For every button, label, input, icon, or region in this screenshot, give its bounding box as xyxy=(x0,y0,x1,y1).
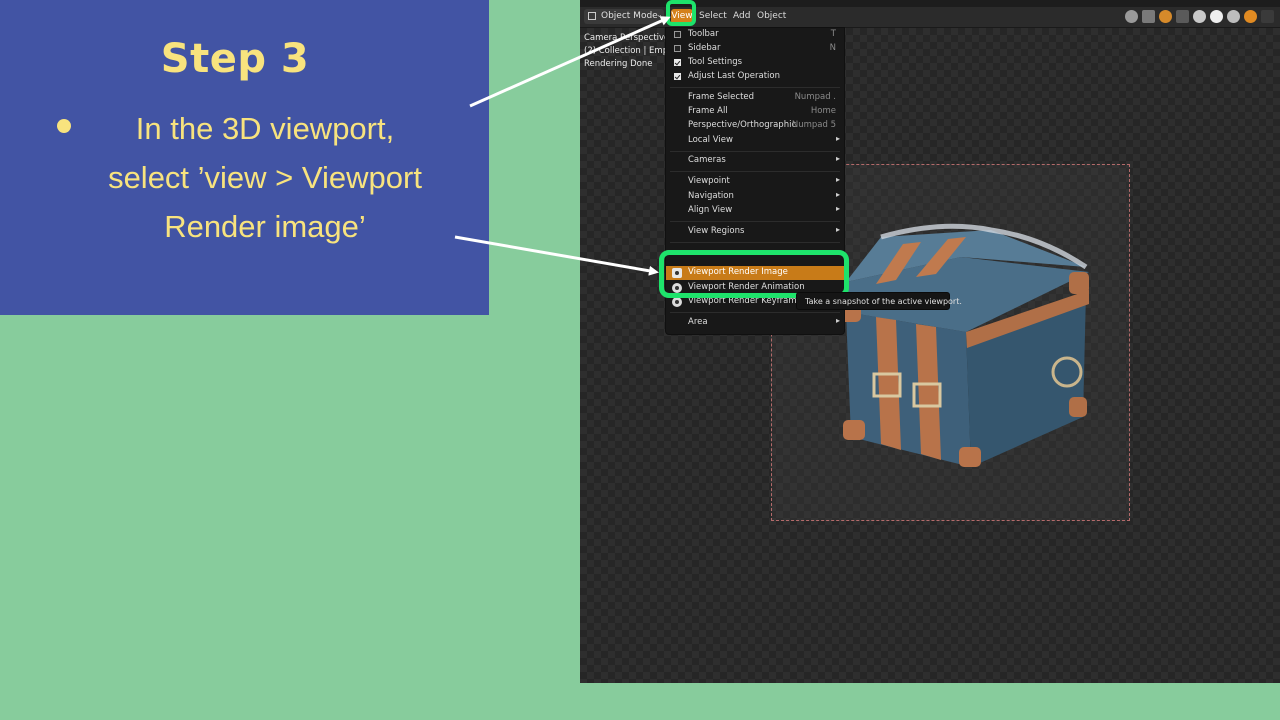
shading-controls xyxy=(1125,10,1274,23)
bullet-dot xyxy=(57,119,71,133)
menu-separator xyxy=(670,151,840,152)
checkbox-toolbar[interactable] xyxy=(674,31,681,38)
object-mode-icon xyxy=(588,12,596,20)
submenu-arrow-icon: ▸ xyxy=(835,175,840,184)
menu-label: Tool Settings xyxy=(688,57,743,67)
instruction-line-1: In the 3D viewport, xyxy=(135,111,395,146)
menu-separator xyxy=(670,312,840,313)
instruction-text: In the 3D viewport, select ’view > Viewp… xyxy=(80,104,450,251)
object-mode-dropdown[interactable]: Object Mode ⌄ xyxy=(584,9,664,24)
menu-item-area[interactable]: Area ▸ xyxy=(666,316,844,330)
render-image-tooltip: Take a snapshot of the active viewport. xyxy=(796,292,962,310)
menu-label: Sidebar xyxy=(688,43,721,53)
menu-separator xyxy=(670,242,840,243)
submenu-arrow-icon: ▸ xyxy=(835,316,840,325)
collection-info-text: (2) Collection | Empty xyxy=(584,46,677,56)
render-image-highlight-box xyxy=(659,250,849,298)
object-mode-label: Object Mode xyxy=(601,11,658,21)
checkbox-tool-settings[interactable] xyxy=(674,59,681,66)
camera-info-text: Camera Perspective xyxy=(584,33,670,43)
menu-label: Frame Selected xyxy=(688,92,755,102)
treasure-chest-render xyxy=(839,223,1089,467)
submenu-arrow-icon: ▸ xyxy=(835,190,840,199)
menu-item-frame-all[interactable]: Frame All Home xyxy=(666,105,844,119)
menu-item-perspective-orthographic[interactable]: Perspective/Orthographic Numpad 5 xyxy=(666,119,844,133)
menu-label: Perspective/Orthographic xyxy=(688,120,797,130)
step-title: Step 3 xyxy=(160,36,310,82)
menu-item-align-view[interactable]: Align View ▸ xyxy=(666,204,844,218)
menu-item-cameras[interactable]: Cameras ▸ xyxy=(666,154,844,168)
menu-item-toolbar[interactable]: Toolbar T xyxy=(666,28,844,42)
menu-separator xyxy=(670,221,840,222)
submenu-arrow-icon: ▸ xyxy=(835,204,840,213)
instruction-line-2: select ’view > Viewport xyxy=(108,160,422,195)
checkbox-sidebar[interactable] xyxy=(674,45,681,52)
menu-label: Toolbar xyxy=(688,29,719,39)
menu-shortcut: T xyxy=(830,29,836,39)
blender-viewport[interactable]: Object Mode ⌄ View Select Add Object Cam… xyxy=(580,0,1280,683)
menu-label: Cameras xyxy=(688,155,726,165)
menu-label: Adjust Last Operation xyxy=(688,71,780,81)
wireframe-shading-icon[interactable] xyxy=(1193,10,1206,23)
menu-label: Frame All xyxy=(688,106,728,116)
overlay-icon[interactable] xyxy=(1159,10,1172,23)
menu-label: Local View xyxy=(688,135,733,145)
solid-shading-icon[interactable] xyxy=(1210,10,1223,23)
shading-options-icon[interactable] xyxy=(1261,10,1274,23)
visibility-icon[interactable] xyxy=(1125,10,1138,23)
material-shading-icon[interactable] xyxy=(1227,10,1240,23)
render-status-text: Rendering Done xyxy=(584,59,653,69)
object-menu-button[interactable]: Object xyxy=(757,11,786,21)
view-highlight-box xyxy=(666,0,696,26)
menu-item-sidebar[interactable]: Sidebar N xyxy=(666,42,844,56)
instruction-panel: Step 3 In the 3D viewport, select ’view … xyxy=(0,0,489,315)
menu-label: Navigation xyxy=(688,191,734,201)
add-menu-button[interactable]: Add xyxy=(733,11,750,21)
menu-shortcut: N xyxy=(829,43,836,53)
select-menu-button[interactable]: Select xyxy=(699,11,727,21)
menu-shortcut: Numpad . xyxy=(794,92,836,102)
checkbox-adjust-last-operation[interactable] xyxy=(674,73,681,80)
menu-label: Area xyxy=(688,317,708,327)
menu-item-tool-settings[interactable]: Tool Settings xyxy=(666,56,844,70)
submenu-arrow-icon: ▸ xyxy=(835,154,840,163)
menu-item-adjust-last-operation[interactable]: Adjust Last Operation xyxy=(666,70,844,84)
menu-item-navigation[interactable]: Navigation ▸ xyxy=(666,190,844,204)
instruction-line-3: Render image’ xyxy=(164,209,366,244)
menu-shortcut: Home xyxy=(810,106,836,116)
menu-separator xyxy=(670,87,840,88)
viewport-overlay-info: Camera Perspective (2) Collection | Empt… xyxy=(584,32,676,71)
submenu-arrow-icon: ▸ xyxy=(835,134,840,143)
menu-item-view-regions[interactable]: View Regions ▸ xyxy=(666,225,844,239)
menu-label: View Regions xyxy=(688,226,745,236)
menu-item-viewpoint[interactable]: Viewpoint ▸ xyxy=(666,175,844,189)
menu-label: Align View xyxy=(688,205,733,215)
submenu-arrow-icon: ▸ xyxy=(835,225,840,234)
gizmo-icon[interactable] xyxy=(1142,10,1155,23)
menu-label: Viewpoint xyxy=(688,176,730,186)
rendered-shading-icon[interactable] xyxy=(1244,10,1257,23)
menu-separator xyxy=(670,171,840,172)
render-keyframes-icon xyxy=(672,297,682,307)
chevron-down-icon: ⌄ xyxy=(656,10,663,19)
menu-shortcut: Numpad 5 xyxy=(791,120,836,130)
xray-icon[interactable] xyxy=(1176,10,1189,23)
menu-item-frame-selected[interactable]: Frame Selected Numpad . xyxy=(666,91,844,105)
menu-item-local-view[interactable]: Local View ▸ xyxy=(666,134,844,148)
